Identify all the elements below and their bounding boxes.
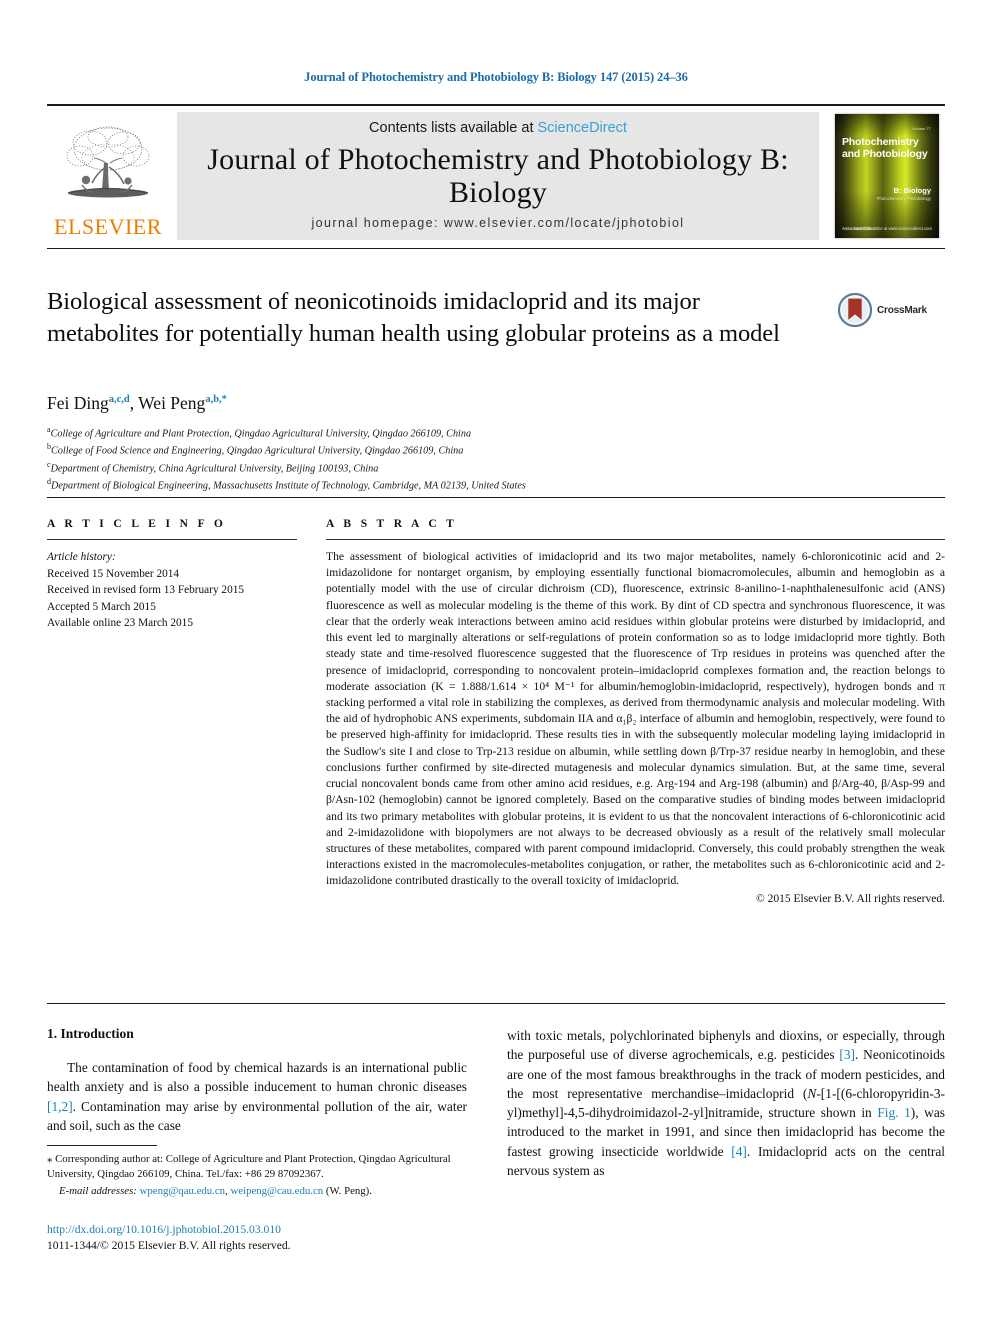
journal-title: Journal of Photochemistry and Photobiolo… [207, 143, 789, 209]
title-divider [47, 248, 945, 249]
abstract-rule [326, 539, 945, 540]
cover-vignette [835, 114, 939, 238]
article-history-item: Accepted 5 March 2015 [47, 600, 156, 613]
article-history-item: Available online 23 March 2015 [47, 617, 193, 630]
abstract-text: The assessment of biological activities … [326, 550, 945, 888]
author-list: Fei Dinga,c,d, Wei Penga,b,* [47, 393, 227, 413]
article-history-item: Received 15 November 2014 [47, 567, 180, 580]
affiliation-item: bCollege of Food Science and Engineering… [47, 441, 867, 458]
paper-page: Journal of Photochemistry and Photobiolo… [0, 0, 992, 1323]
crossmark-badge[interactable]: CrossMark [838, 288, 948, 332]
abstract-section: A B S T R A C T The assessment of biolog… [326, 518, 945, 905]
journal-masthead: ELSEVIER Contents lists available at Sci… [47, 104, 945, 240]
issn-copyright-line: 1011-1344/© 2015 Elsevier B.V. All right… [47, 1239, 291, 1253]
article-info-heading: A R T I C L E I N F O [47, 518, 227, 530]
affiliation-text: College of Agriculture and Plant Protect… [50, 428, 472, 440]
article-history-title: Article history: [47, 551, 116, 563]
journal-cover-image: Volume 77 Photochemistry and Photobiolog… [835, 114, 939, 238]
affiliation-list: aCollege of Agriculture and Plant Protec… [47, 424, 867, 494]
contents-available-line: Contents lists available at ScienceDirec… [369, 120, 627, 136]
affiliation-item: cDepartment of Chemistry, China Agricult… [47, 459, 867, 476]
abstract-heading: A B S T R A C T [326, 518, 458, 530]
email-addresses-note: E-mail addresses: wpeng@qau.edu.cn, weip… [59, 1184, 372, 1197]
journal-homepage-link[interactable]: journal homepage: www.elsevier.com/locat… [312, 216, 685, 230]
intro-column-right: with toxic metals, polychlorinated biphe… [507, 1026, 945, 1180]
affiliation-item: aCollege of Agriculture and Plant Protec… [47, 424, 867, 441]
footnote-block: ⁎ Corresponding author at: College of Ag… [47, 1145, 467, 1199]
cover-title: Photochemistry and Photobiology [842, 136, 928, 161]
affiliation-item: dDepartment of Biological Engineering, M… [47, 476, 867, 493]
article-history: Article history: Received 15 November 20… [47, 549, 297, 632]
article-history-item: Received in revised form 13 February 201… [47, 584, 245, 597]
sciencedirect-link[interactable]: ScienceDirect [538, 120, 627, 136]
intro-column-left: 1. Introduction The contamination of foo… [47, 1026, 467, 1135]
footer-doi-block: http://dx.doi.org/10.1016/j.jphotobiol.2… [47, 1222, 507, 1255]
corresponding-author-note: ⁎ Corresponding author at: College of Ag… [47, 1153, 451, 1181]
cover-subtitle-small: Photochemistry Photobiology [876, 196, 931, 201]
intro-paragraph-right: with toxic metals, polychlorinated biphe… [507, 1028, 945, 1179]
abstract-copyright: © 2015 Elsevier B.V. All rights reserved… [756, 892, 945, 905]
doi-link[interactable]: http://dx.doi.org/10.1016/j.jphotobiol.2… [47, 1222, 507, 1238]
running-head: Journal of Photochemistry and Photobiolo… [304, 70, 688, 84]
contents-prefix: Contents lists available at [369, 120, 538, 136]
crossmark-icon [838, 293, 872, 327]
article-info-section: A R T I C L E I N F O Article history: R… [47, 518, 297, 632]
page-title: Biological assessment of neonicotinoids … [47, 288, 780, 348]
journal-cover-wrap: Volume 77 Photochemistry and Photobiolog… [829, 112, 945, 240]
elsevier-tree-icon [66, 126, 150, 198]
cover-kicker: Volume 77 [912, 127, 931, 131]
elsevier-wordmark: ELSEVIER [54, 214, 162, 239]
body-divider [47, 1003, 945, 1004]
footnote-rule [47, 1145, 157, 1146]
cover-footer-right: Available online at www.sciencedirect.co… [853, 226, 932, 231]
elsevier-logo: ELSEVIER [47, 112, 169, 240]
crossmark-label: CrossMark [877, 304, 927, 316]
abstract-divider [47, 497, 945, 498]
affiliation-text: College of Food Science and Engineering,… [51, 445, 464, 457]
cover-subtitle-text: B: Biology [893, 186, 932, 195]
intro-paragraph-left: The contamination of food by chemical ha… [47, 1060, 467, 1133]
cover-subtitle: B: Biology Photochemistry Photobiology [877, 186, 931, 201]
journal-band: Contents lists available at ScienceDirec… [177, 112, 819, 240]
affiliation-text: Department of Biological Engineering, Ma… [51, 480, 526, 492]
affiliation-text: Department of Chemistry, China Agricultu… [50, 463, 379, 475]
article-info-rule [47, 539, 297, 540]
intro-heading: 1. Introduction [47, 1026, 134, 1041]
